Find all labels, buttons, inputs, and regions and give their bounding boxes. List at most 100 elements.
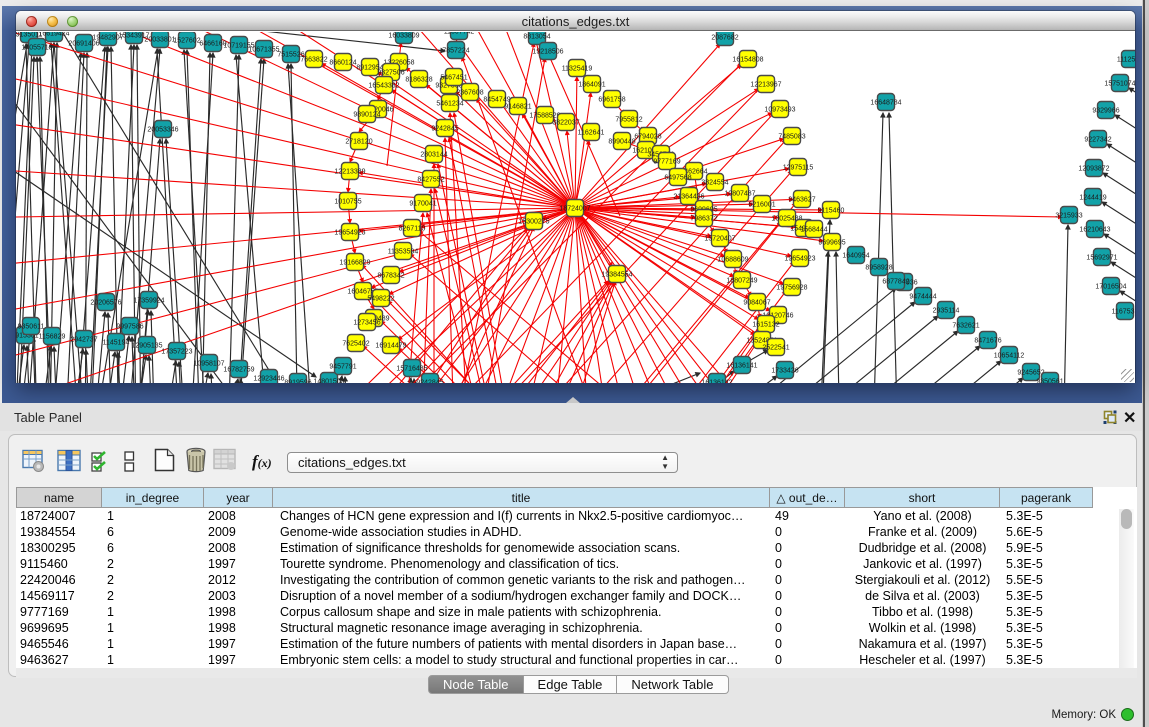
svg-text:15716485: 15716485 bbox=[396, 366, 427, 373]
svg-text:16154808: 16154808 bbox=[732, 57, 763, 64]
svg-text:1568444: 1568444 bbox=[800, 227, 827, 234]
svg-text:15751074: 15751074 bbox=[1104, 81, 1135, 88]
svg-text:15720407: 15720407 bbox=[704, 236, 735, 243]
svg-text:12975115: 12975115 bbox=[783, 165, 814, 172]
svg-text:9146821: 9146821 bbox=[504, 104, 531, 111]
svg-text:1864091: 1864091 bbox=[578, 82, 605, 89]
svg-text:15300275: 15300275 bbox=[518, 219, 549, 226]
svg-text:1156829: 1156829 bbox=[39, 334, 66, 341]
svg-text:8267110: 8267110 bbox=[399, 226, 426, 233]
svg-text:8186328: 8186328 bbox=[405, 77, 432, 84]
svg-text:1244419: 1244419 bbox=[1079, 195, 1106, 202]
svg-text:16619424: 16619424 bbox=[38, 32, 69, 38]
svg-text:15692971: 15692971 bbox=[1086, 255, 1117, 262]
svg-text:14801503: 14801503 bbox=[313, 379, 344, 384]
svg-text:12923446: 12923446 bbox=[253, 376, 284, 383]
svg-text:7663822: 7663822 bbox=[300, 57, 327, 64]
svg-text:11353594: 11353594 bbox=[388, 249, 419, 256]
svg-text:19654923: 19654923 bbox=[334, 230, 365, 237]
svg-text:6961758: 6961758 bbox=[598, 97, 625, 104]
svg-text:12905135: 12905135 bbox=[131, 343, 162, 350]
svg-text:19654923: 19654923 bbox=[784, 256, 815, 263]
svg-text:1145194: 1145194 bbox=[103, 340, 130, 347]
svg-text:8919596: 8919596 bbox=[284, 380, 311, 384]
svg-text:9350561: 9350561 bbox=[1036, 379, 1063, 384]
svg-text:8958928: 8958928 bbox=[865, 265, 892, 272]
svg-text:1733426: 1733426 bbox=[771, 368, 798, 375]
svg-text:16914479: 16914479 bbox=[375, 343, 406, 350]
svg-text:10654112: 10654112 bbox=[994, 353, 1025, 360]
svg-text:5498222: 5498222 bbox=[367, 296, 394, 303]
svg-text:20033801: 20033801 bbox=[144, 37, 175, 44]
svg-text:10958107: 10958107 bbox=[193, 361, 224, 368]
svg-text:9699695: 9699695 bbox=[818, 240, 845, 247]
svg-text:17357223: 17357223 bbox=[161, 349, 192, 356]
svg-text:5467451: 5467451 bbox=[440, 75, 467, 82]
svg-text:9457791: 9457791 bbox=[329, 364, 356, 371]
svg-text:9890124: 9890124 bbox=[353, 112, 380, 119]
svg-text:9997586: 9997586 bbox=[116, 324, 143, 331]
svg-text:8471676: 8471676 bbox=[974, 338, 1001, 345]
svg-text:17588520: 17588520 bbox=[529, 113, 560, 120]
svg-text:9242845: 9242845 bbox=[416, 380, 443, 384]
svg-text:2718120: 2718120 bbox=[345, 139, 372, 146]
svg-text:11607742: 11607742 bbox=[444, 32, 475, 36]
svg-text:8678342: 8678342 bbox=[377, 273, 404, 280]
svg-text:10671355: 10671355 bbox=[248, 47, 279, 54]
svg-text:16136142: 16136142 bbox=[701, 380, 732, 384]
svg-text:1010755: 1010755 bbox=[334, 199, 361, 206]
svg-text:17016504: 17016504 bbox=[1095, 284, 1126, 291]
svg-text:16648784: 16648784 bbox=[870, 100, 901, 107]
svg-text:11325419: 11325419 bbox=[562, 66, 593, 73]
svg-text:6497568: 6497568 bbox=[664, 175, 691, 182]
svg-text:19218506: 19218506 bbox=[532, 49, 563, 56]
svg-text:9245652: 9245652 bbox=[1017, 370, 1044, 377]
svg-text:1112534: 1112534 bbox=[1117, 57, 1135, 64]
svg-text:18807249: 18807249 bbox=[726, 278, 757, 285]
svg-text:8990448: 8990448 bbox=[608, 139, 635, 146]
svg-text:8454749: 8454749 bbox=[483, 97, 510, 104]
svg-text:12213389: 12213389 bbox=[334, 169, 365, 176]
svg-text:9463627: 9463627 bbox=[788, 197, 815, 204]
svg-text:9084067: 9084067 bbox=[743, 300, 770, 307]
svg-text:6794028: 6794028 bbox=[634, 134, 661, 141]
svg-text:16210643: 16210643 bbox=[1079, 227, 1110, 234]
svg-text:8660124: 8660124 bbox=[329, 60, 356, 67]
svg-text:2522541: 2522541 bbox=[762, 345, 789, 352]
svg-text:16033809: 16033809 bbox=[388, 33, 419, 40]
svg-text:14055713: 14055713 bbox=[21, 45, 52, 52]
svg-text:7485083: 7485083 bbox=[778, 134, 805, 141]
svg-text:1273456: 1273456 bbox=[353, 320, 380, 327]
svg-text:3822037: 3822037 bbox=[552, 120, 579, 127]
svg-text:9329966: 9329966 bbox=[1092, 108, 1119, 115]
svg-text:1615132: 1615132 bbox=[752, 322, 779, 329]
svg-text:19384554: 19384554 bbox=[601, 272, 632, 279]
svg-text:2803144: 2803144 bbox=[420, 152, 447, 159]
svg-text:16136141: 16136141 bbox=[726, 363, 757, 370]
svg-text:1640954: 1640954 bbox=[842, 253, 869, 260]
svg-text:20691406: 20691406 bbox=[68, 41, 99, 48]
svg-text:1527602: 1527602 bbox=[173, 38, 200, 45]
svg-text:20053346: 20053346 bbox=[147, 127, 178, 134]
svg-text:17359924: 17359924 bbox=[133, 298, 164, 305]
svg-text:19756928: 19756928 bbox=[776, 285, 807, 292]
svg-text:21364436: 21364436 bbox=[673, 194, 704, 201]
svg-text:9115460: 9115460 bbox=[818, 208, 845, 215]
svg-text:8427552: 8427552 bbox=[417, 177, 444, 184]
svg-text:12213967: 12213967 bbox=[750, 82, 781, 89]
svg-text:8813054: 8813054 bbox=[523, 34, 550, 41]
svg-text:9170041: 9170041 bbox=[409, 201, 436, 208]
svg-text:2942737: 2942737 bbox=[70, 337, 97, 344]
svg-text:19166829: 19166829 bbox=[339, 260, 370, 267]
svg-text:7625402: 7625402 bbox=[342, 341, 369, 348]
svg-text:1162641: 1162641 bbox=[578, 130, 605, 137]
svg-text:9350611: 9350611 bbox=[18, 324, 45, 331]
svg-text:2367608: 2367608 bbox=[456, 90, 483, 97]
svg-text:5461234: 5461234 bbox=[436, 101, 463, 108]
svg-text:16782759: 16782759 bbox=[223, 367, 254, 374]
svg-text:7986372: 7986372 bbox=[690, 216, 717, 223]
svg-text:9242845: 9242845 bbox=[431, 126, 458, 133]
svg-text:1167531: 1167531 bbox=[1112, 309, 1135, 316]
svg-text:3215933: 3215933 bbox=[1055, 213, 1082, 220]
svg-text:2087682: 2087682 bbox=[711, 35, 738, 42]
